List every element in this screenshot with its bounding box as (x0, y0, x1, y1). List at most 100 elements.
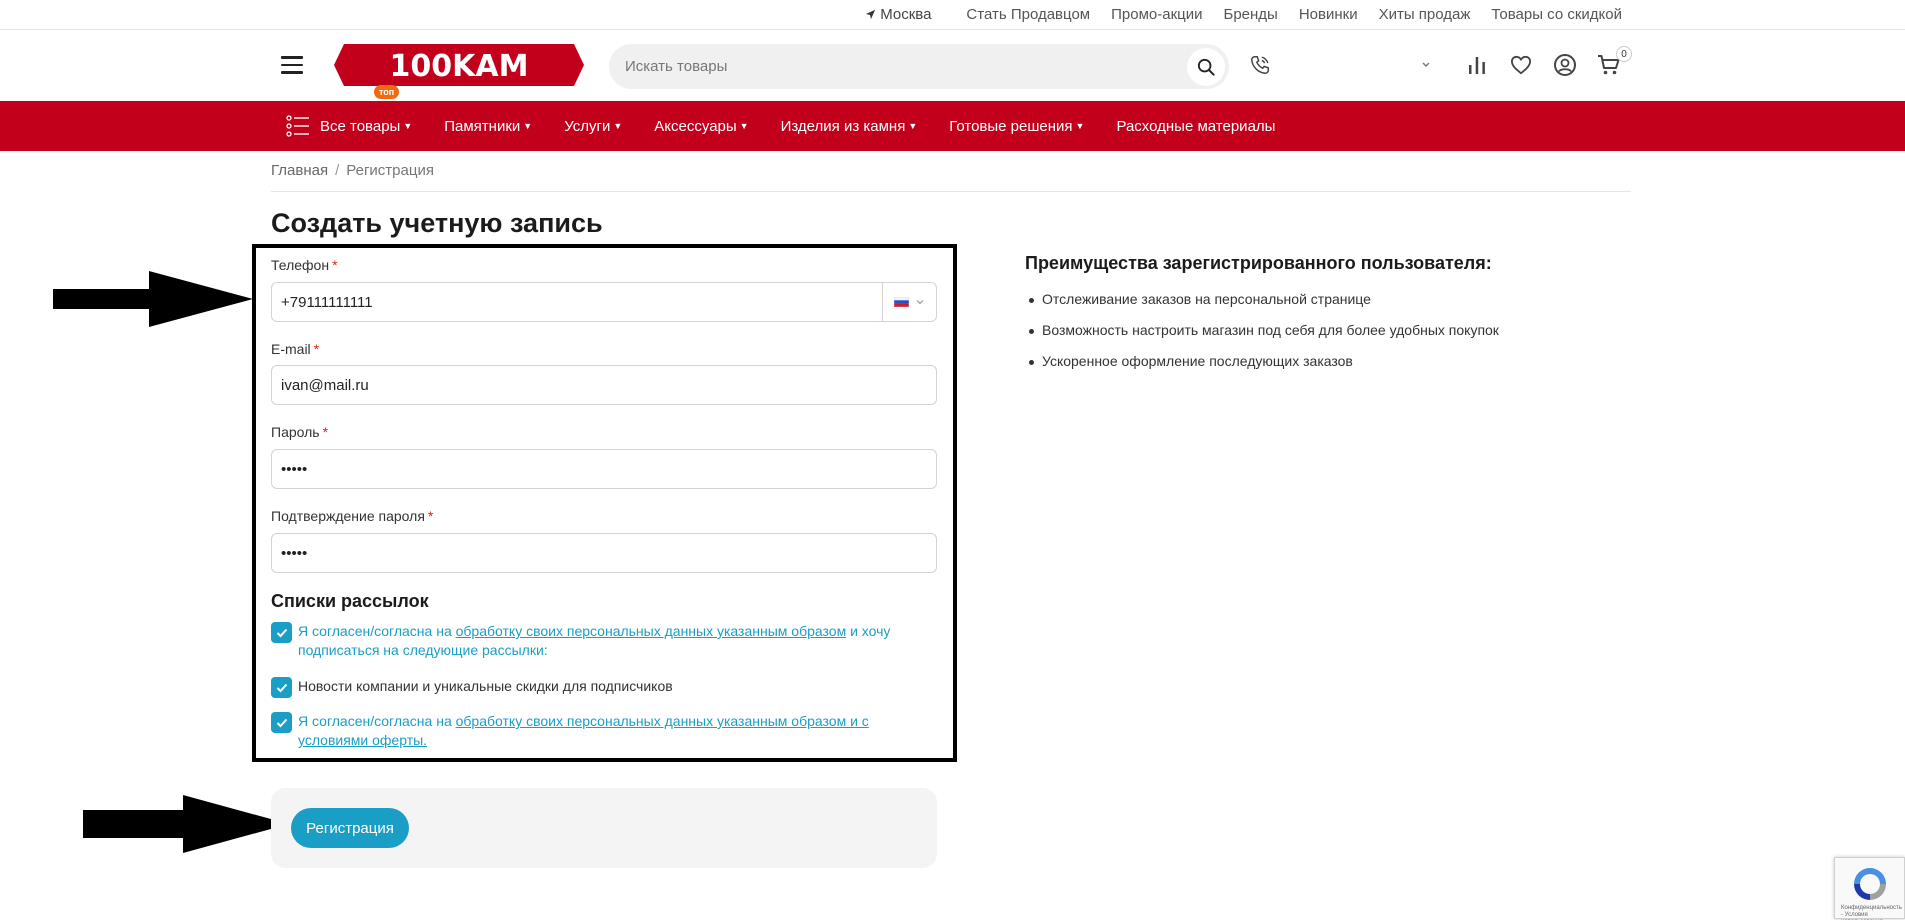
nav-item-stone-products[interactable]: Изделия из камня ▼ (781, 118, 918, 135)
consent-prefix: Я согласен/согласна на (298, 713, 456, 729)
password-field (271, 449, 937, 489)
chevron-down-icon: ▼ (613, 121, 623, 131)
check-icon (276, 718, 287, 727)
city-label: Москва (880, 6, 932, 23)
phone-field (271, 282, 937, 322)
consent-prefix: Я согласен/согласна на (298, 623, 456, 639)
benefit-item: Возможность настроить магазин под себя д… (1029, 322, 1499, 338)
consent-subscribe-checkbox[interactable] (271, 622, 292, 643)
consent-offer-checkbox[interactable] (271, 712, 292, 733)
consent-subscribe-row: Я согласен/согласна на обработку своих п… (271, 622, 931, 660)
chevron-down-icon: ▼ (1075, 121, 1085, 131)
nav-item-label: Аксессуары (654, 117, 737, 135)
site-logo[interactable]: 100KAM (334, 44, 584, 86)
logo-text: 100KAM (390, 49, 529, 84)
country-selector[interactable] (882, 283, 936, 321)
consent-offer-text: Я согласен/согласна на обработку своих п… (298, 712, 931, 750)
cart-button[interactable]: 0 (1596, 46, 1632, 78)
benefits-list: Отслеживание заказов на персональной стр… (1029, 290, 1499, 383)
top-bar: Москва Стать Продавцом Промо-акции Бренд… (0, 0, 1905, 30)
breadcrumb-home[interactable]: Главная (271, 162, 328, 191)
top-links: Москва Стать Продавцом Промо-акции Бренд… (844, 6, 1622, 23)
nav-item-services[interactable]: Услуги ▼ (564, 118, 622, 135)
benefit-item: Ускоренное оформление последующих заказо… (1029, 352, 1499, 371)
password-label: Пароль * (271, 424, 328, 440)
nav-item-consumables[interactable]: Расходные материалы (1116, 118, 1275, 135)
nav-item-ready-solutions[interactable]: Готовые решения ▼ (949, 118, 1084, 135)
breadcrumb-current: Регистрация (346, 162, 434, 179)
search-bar (609, 44, 1229, 89)
search-button[interactable] (1187, 48, 1225, 86)
benefit-item: Отслеживание заказов на персональной стр… (1029, 290, 1499, 309)
email-input[interactable] (272, 366, 936, 404)
consent-offer-row: Я согласен/согласна на обработку своих п… (271, 712, 931, 750)
news-subscription-text: Новости компании и уникальные скидки для… (298, 678, 673, 694)
top-link-discount[interactable]: Товары со скидкой (1491, 6, 1622, 23)
page-title: Создать учетную запись (271, 208, 603, 238)
arrow-right-icon (83, 795, 289, 853)
nav-item-accessories[interactable]: Аксессуары ▼ (654, 118, 748, 135)
required-mark: * (313, 341, 320, 357)
password-label-text: Пароль (271, 424, 320, 440)
required-mark: * (322, 424, 329, 440)
nav-all-products[interactable]: Все товары ▼ топ (286, 85, 413, 138)
password-input[interactable] (272, 450, 936, 488)
chevron-down-icon: ▼ (403, 121, 413, 131)
location-arrow-icon (866, 9, 876, 20)
russia-flag-icon (894, 297, 909, 307)
mailing-lists-title: Списки рассылок (271, 591, 429, 611)
check-icon (276, 683, 287, 692)
confirm-password-input[interactable] (272, 534, 936, 572)
register-button[interactable]: Регистрация (291, 808, 409, 848)
top-badge: топ (374, 85, 400, 99)
nav-all-label: Все товары (320, 117, 401, 135)
account-user-icon[interactable] (1552, 52, 1578, 78)
confirm-label-text: Подтверждение пароля (271, 508, 425, 524)
nav-item-label: Памятники (444, 117, 521, 135)
news-subscription-checkbox[interactable] (271, 677, 292, 698)
phone-input[interactable] (272, 283, 936, 321)
city-selector[interactable]: Москва (865, 6, 931, 23)
favorites-heart-icon[interactable] (1508, 52, 1534, 78)
breadcrumb-separator: / (335, 162, 340, 179)
chevron-down-icon: ▼ (739, 121, 749, 131)
compare-icon[interactable] (1464, 52, 1490, 78)
menu-burger-icon[interactable] (281, 56, 303, 74)
nav-item-label: Изделия из камня (780, 117, 906, 135)
check-icon (276, 628, 287, 637)
email-label: E-mail * (271, 341, 319, 357)
recaptcha-icon (1854, 868, 1886, 900)
chevron-down-icon (916, 300, 924, 305)
news-subscription-row: Новости компании и уникальные скидки для… (271, 677, 931, 698)
top-link-seller[interactable]: Стать Продавцом (966, 6, 1090, 23)
header: 100KAM 0 (0, 30, 1905, 101)
nav-item-monuments[interactable]: Памятники ▼ (444, 118, 532, 135)
nav-item-label: Услуги (564, 117, 611, 135)
top-link-hits[interactable]: Хиты продаж (1379, 6, 1471, 23)
required-mark: * (332, 257, 338, 273)
main-nav: Все товары ▼ топ Памятники ▼ Услуги ▼ Аксес… (0, 85, 1905, 151)
top-link-brands[interactable]: Бренды (1223, 6, 1277, 23)
personal-data-link[interactable]: обработку своих персональных данных указ… (456, 623, 847, 639)
recaptcha-badge[interactable]: Конфиденциальность - Условия использован… (1834, 857, 1905, 920)
email-label-text: E-mail (271, 341, 311, 357)
confirm-password-label: Подтверждение пароля * (271, 508, 433, 524)
arrow-right-icon (53, 271, 253, 327)
required-mark: * (427, 508, 434, 524)
benefits-title: Преимущества зарегистрированного пользов… (1025, 253, 1492, 273)
search-icon (1197, 58, 1215, 76)
recaptcha-terms[interactable]: Конфиденциальность - Условия использован… (1841, 905, 1902, 920)
top-link-new[interactable]: Новинки (1299, 6, 1358, 23)
email-field (271, 365, 937, 405)
phone-label: Телефон * (271, 257, 338, 273)
callback-phone-icon[interactable] (1247, 52, 1273, 78)
chevron-down-icon: ▼ (523, 121, 533, 131)
confirm-password-field (271, 533, 937, 573)
nav-item-label: Готовые решения (949, 117, 1073, 135)
chevron-down-icon: ▼ (908, 121, 918, 131)
search-input[interactable] (609, 58, 1169, 75)
chevron-down-icon[interactable] (1413, 52, 1439, 78)
consent-subscribe-text: Я согласен/согласна на обработку своих п… (298, 622, 931, 660)
cart-count-badge: 0 (1616, 46, 1632, 62)
top-link-promo[interactable]: Промо-акции (1111, 6, 1202, 23)
